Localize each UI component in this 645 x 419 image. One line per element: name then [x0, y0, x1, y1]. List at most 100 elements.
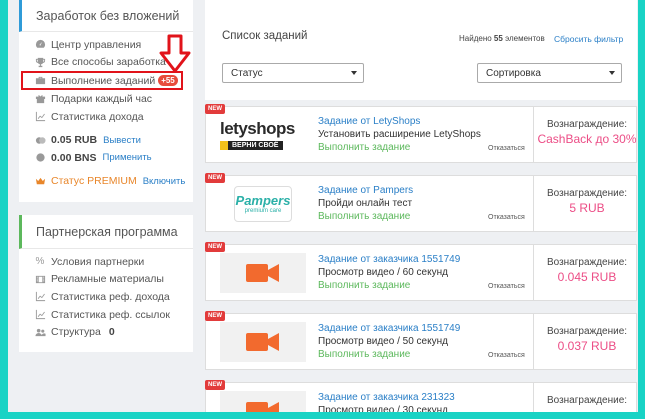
- reward-value: 0.045 RUB: [557, 270, 617, 284]
- reward-label: Вознаграждение:: [546, 257, 628, 268]
- sort-select[interactable]: Сортировка: [477, 63, 622, 83]
- reward-block: Вознаграждение: 0.037 RUB: [536, 326, 638, 354]
- refuse-link[interactable]: Отказаться: [488, 352, 525, 359]
- do-task-link[interactable]: Выполнить задание: [318, 348, 460, 361]
- percent-icon: %: [35, 256, 45, 268]
- sidebar-title: Заработок без вложений: [19, 0, 193, 32]
- letyshops-logo: letyshops ВЕРНИ СВОЁ: [220, 119, 295, 150]
- task-description: Установить расширение LetyShops: [318, 129, 481, 140]
- reward-label: Вознаграждение:: [546, 119, 628, 130]
- partner-item-structure[interactable]: Структура 0: [19, 323, 193, 341]
- chart-icon: [34, 291, 46, 302]
- new-badge: NEW: [205, 104, 225, 114]
- sidebar-item-label: Рекламные материалы: [51, 273, 164, 286]
- reward-block: Вознаграждение: 0.045 RUB: [536, 257, 638, 285]
- refuse-link[interactable]: Отказаться: [488, 145, 525, 152]
- sidebar-item-label: Все способы заработка: [51, 56, 166, 69]
- task-description: Просмотр видео / 50 секунд: [318, 336, 448, 347]
- reward-block: Вознаграждение:: [536, 395, 638, 407]
- sidebar-item-label: Подарки каждый час: [51, 92, 153, 105]
- task-card: NEW Pampers premium care Задание от Pamp…: [205, 173, 638, 232]
- sidebar-item-label: Статистика дохода: [51, 110, 144, 123]
- task-card: NEW Задание от заказчика 1551749 Просмот…: [205, 242, 638, 301]
- sidebar-item-label: Статистика реф. ссылок: [51, 308, 170, 321]
- partner-item-ref-links[interactable]: Статистика реф. ссылок: [19, 306, 193, 324]
- sidebar-item-label: Структура: [51, 326, 101, 339]
- video-camera-icon: [246, 264, 279, 282]
- task-name-link[interactable]: Задание от заказчика 231323: [318, 391, 455, 404]
- balance-bns-value: 0.00 BNS: [51, 151, 97, 164]
- task-name-link[interactable]: Задание от Pampers: [318, 184, 413, 197]
- new-badge: NEW: [205, 173, 225, 183]
- reset-filter-link[interactable]: Сбросить фильтр: [554, 34, 623, 44]
- video-camera-icon: [246, 333, 279, 351]
- sidebar-item-label: Условия партнерки: [51, 255, 145, 268]
- sidebar-item-income-stats[interactable]: Статистика дохода: [19, 108, 193, 126]
- do-task-link[interactable]: Выполнить задание: [318, 279, 460, 292]
- briefcase-icon: [34, 75, 46, 86]
- reward-block: Вознаграждение: 5 RUB: [536, 188, 638, 216]
- sidebar-item-label: Выполнение заданий: [51, 74, 156, 87]
- tasks-count-badge: +55: [158, 75, 178, 87]
- task-description: Просмотр видео / 30 секунд: [318, 405, 448, 412]
- partner-title: Партнерская программа: [19, 215, 193, 249]
- chevron-down-icon: [351, 71, 357, 75]
- sidebar-earnings: Заработок без вложений Центр управления …: [19, 0, 193, 202]
- apply-link[interactable]: Применить: [103, 152, 152, 163]
- sidebar-partner: Партнерская программа % Условия партнерк…: [19, 215, 193, 352]
- task-name-link[interactable]: Задание от заказчика 1551749: [318, 253, 460, 266]
- new-badge: NEW: [205, 242, 225, 252]
- task-list-header: Список заданий Найдено 55 элементов Сбро…: [205, 0, 637, 100]
- task-card: NEW Задание от заказчика 1551749 Просмот…: [205, 311, 638, 370]
- balance-rub-value: 0.05 RUB: [51, 134, 98, 147]
- task-name-link[interactable]: Задание от заказчика 1551749: [318, 322, 460, 335]
- video-thumbnail: [220, 253, 306, 293]
- new-badge: NEW: [205, 380, 225, 390]
- reward-block: Вознаграждение: CashBack до 30%: [536, 119, 638, 147]
- users-icon: [34, 327, 46, 338]
- premium-status-label: Статус PREMIUM: [51, 175, 137, 188]
- do-task-link[interactable]: Выполнить задание: [318, 141, 481, 154]
- partner-item-terms[interactable]: % Условия партнерки: [19, 253, 193, 271]
- task-name-link[interactable]: Задание от LetyShops: [318, 115, 481, 128]
- main-content: Список заданий Найдено 55 элементов Сбро…: [205, 0, 637, 412]
- bonus-coin-icon: [34, 152, 46, 163]
- task-description: Просмотр видео / 60 секунд: [318, 267, 448, 278]
- page-title: Список заданий: [222, 30, 308, 42]
- reward-label: Вознаграждение:: [546, 395, 628, 406]
- sidebar-item-tasks[interactable]: Выполнение заданий +55: [21, 71, 183, 91]
- structure-count: 0: [108, 326, 115, 339]
- sidebar-item-label: Статистика реф. дохода: [51, 290, 170, 303]
- video-thumbnail: [220, 322, 306, 362]
- status-select[interactable]: Статус: [222, 63, 364, 83]
- video-thumbnail: [220, 391, 306, 412]
- gift-icon: [34, 93, 46, 104]
- task-card: NEW letyshops ВЕРНИ СВОЁ Задание от Lety…: [205, 104, 638, 163]
- task-description: Пройди онлайн тест: [318, 198, 413, 209]
- crown-icon: [34, 176, 46, 187]
- sidebar-item-gifts[interactable]: Подарки каждый час: [19, 90, 193, 108]
- reward-value: 0.037 RUB: [557, 339, 617, 353]
- partner-item-materials[interactable]: Рекламные материалы: [19, 271, 193, 289]
- task-card: NEW Задание от заказчика 231323 Просмотр…: [205, 380, 638, 412]
- partner-item-ref-income[interactable]: Статистика реф. дохода: [19, 288, 193, 306]
- reward-value: CashBack до 30%: [537, 132, 637, 146]
- premium-row: Статус PREMIUM Включить: [19, 173, 193, 191]
- withdraw-link[interactable]: Вывести: [103, 135, 141, 146]
- annotation-arrow-icon: [159, 34, 191, 73]
- do-task-link[interactable]: Выполнить задание: [318, 210, 413, 223]
- reward-label: Вознаграждение:: [546, 188, 628, 199]
- reward-label: Вознаграждение:: [546, 326, 628, 337]
- reward-value: 5 RUB: [569, 201, 605, 215]
- refuse-link[interactable]: Отказаться: [488, 283, 525, 290]
- new-badge: NEW: [205, 311, 225, 321]
- chart-icon: [34, 111, 46, 122]
- video-camera-icon: [246, 402, 279, 412]
- balance-bns-row: 0.00 BNS Применить: [19, 149, 193, 167]
- dashboard-icon: [34, 39, 46, 50]
- pampers-logo: Pampers premium care: [220, 184, 306, 224]
- chart-icon: [34, 309, 46, 320]
- refuse-link[interactable]: Отказаться: [488, 214, 525, 221]
- coins-icon: [34, 135, 46, 146]
- enable-premium-link[interactable]: Включить: [143, 176, 186, 187]
